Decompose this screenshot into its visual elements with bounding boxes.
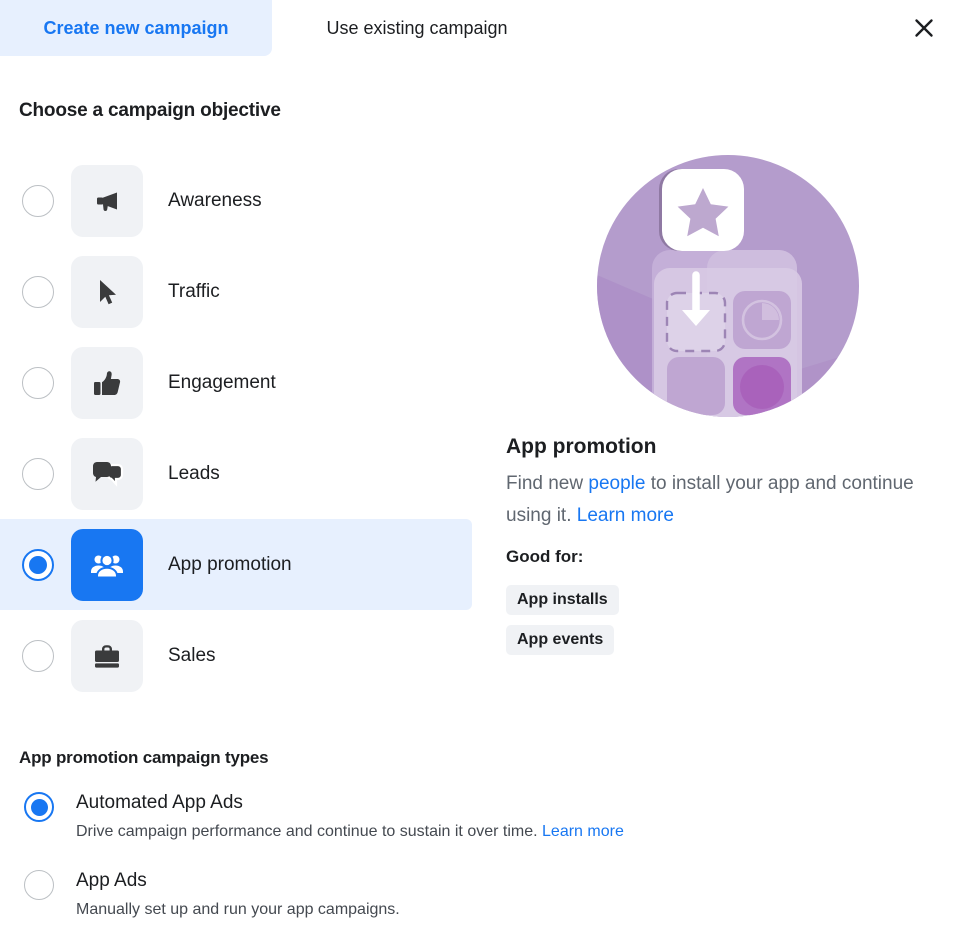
radio-engagement[interactable] [22, 366, 54, 399]
campaign-type-desc-automated-app-ads: Drive campaign performance and continue … [76, 820, 624, 844]
briefcase-icon [95, 644, 119, 668]
page-title: Choose a campaign objective [19, 100, 281, 121]
radio-awareness[interactable] [22, 184, 54, 217]
tab-create-new-campaign-label: Create new campaign [43, 17, 229, 38]
objective-row-awareness[interactable]: Awareness [0, 155, 480, 246]
good-for-chip-list: App installs App events [506, 585, 619, 665]
objective-label-awareness: Awareness [168, 189, 262, 211]
objective-icon-tile-traffic [71, 255, 143, 328]
campaign-type-desc-app-ads: Manually set up and run your app campaig… [76, 901, 400, 918]
objective-icon-tile-awareness [71, 164, 143, 237]
tab-use-existing-campaign[interactable]: Use existing campaign [272, 0, 562, 56]
campaign-types-list: Automated App Ads Drive campaign perform… [0, 790, 800, 946]
radio-automated-app-ads[interactable] [24, 792, 54, 822]
objective-row-engagement[interactable]: Engagement [0, 337, 480, 428]
chip-app-installs: App installs [506, 585, 619, 615]
objective-icon-tile-app-promotion [71, 528, 143, 601]
radio-traffic[interactable] [22, 275, 54, 308]
campaign-types-title: App promotion campaign types [19, 748, 269, 767]
campaign-type-row-app-ads[interactable]: App Ads Manually set up and run your app… [0, 868, 800, 922]
objective-row-app-promotion[interactable]: App promotion [0, 519, 472, 610]
thumbs-up-icon [94, 370, 121, 395]
megaphone-icon [97, 192, 117, 211]
tab-create-new-campaign[interactable]: Create new campaign [0, 0, 272, 56]
objective-label-traffic: Traffic [168, 280, 220, 302]
objective-label-leads: Leads [168, 462, 220, 484]
app-install-illustration-svg [597, 155, 859, 417]
campaign-type-desc-text-0: Drive campaign performance and continue … [76, 823, 543, 840]
objective-row-leads[interactable]: Leads [0, 428, 480, 519]
learn-more-link-automated-app-ads[interactable]: Learn more [542, 823, 624, 840]
objective-list: Awareness Traffic Engagement Leads App p… [0, 155, 480, 701]
objective-icon-tile-leads [71, 437, 143, 510]
people-group-icon [91, 553, 123, 578]
objective-row-sales[interactable]: Sales [0, 610, 480, 701]
close-icon [915, 19, 933, 37]
objective-detail-panel: App promotion Find new people to install… [506, 155, 926, 655]
radio-app-promotion[interactable] [22, 548, 54, 581]
learn-more-link-detail[interactable]: Learn more [577, 505, 674, 526]
detail-description-part1: Find new [506, 473, 589, 494]
objective-label-app-promotion: App promotion [168, 553, 292, 575]
tab-use-existing-campaign-label: Use existing campaign [326, 17, 508, 38]
radio-sales[interactable] [22, 639, 54, 672]
chat-bubbles-icon [93, 461, 124, 487]
objective-icon-tile-engagement [71, 346, 143, 419]
tab-bar: Create new campaign Use existing campaig… [0, 0, 960, 56]
detail-description: Find new people to install your app and … [506, 468, 916, 532]
objective-icon-tile-sales [71, 619, 143, 692]
radio-leads[interactable] [22, 457, 54, 490]
cursor-icon [100, 279, 116, 304]
app-install-illustration [597, 155, 859, 417]
detail-title: App promotion [506, 435, 657, 458]
objective-label-engagement: Engagement [168, 371, 276, 393]
close-button[interactable] [906, 10, 942, 46]
good-for-label: Good for: [506, 547, 584, 566]
chip-app-events: App events [506, 625, 615, 655]
objective-row-traffic[interactable]: Traffic [0, 246, 480, 337]
objective-label-sales: Sales [168, 644, 216, 666]
radio-app-ads[interactable] [24, 870, 54, 900]
campaign-type-label-automated-app-ads: Automated App Ads [76, 792, 243, 813]
people-link[interactable]: people [588, 473, 645, 494]
campaign-type-row-automated-app-ads[interactable]: Automated App Ads Drive campaign perform… [0, 790, 800, 844]
campaign-type-label-app-ads: App Ads [76, 870, 147, 891]
